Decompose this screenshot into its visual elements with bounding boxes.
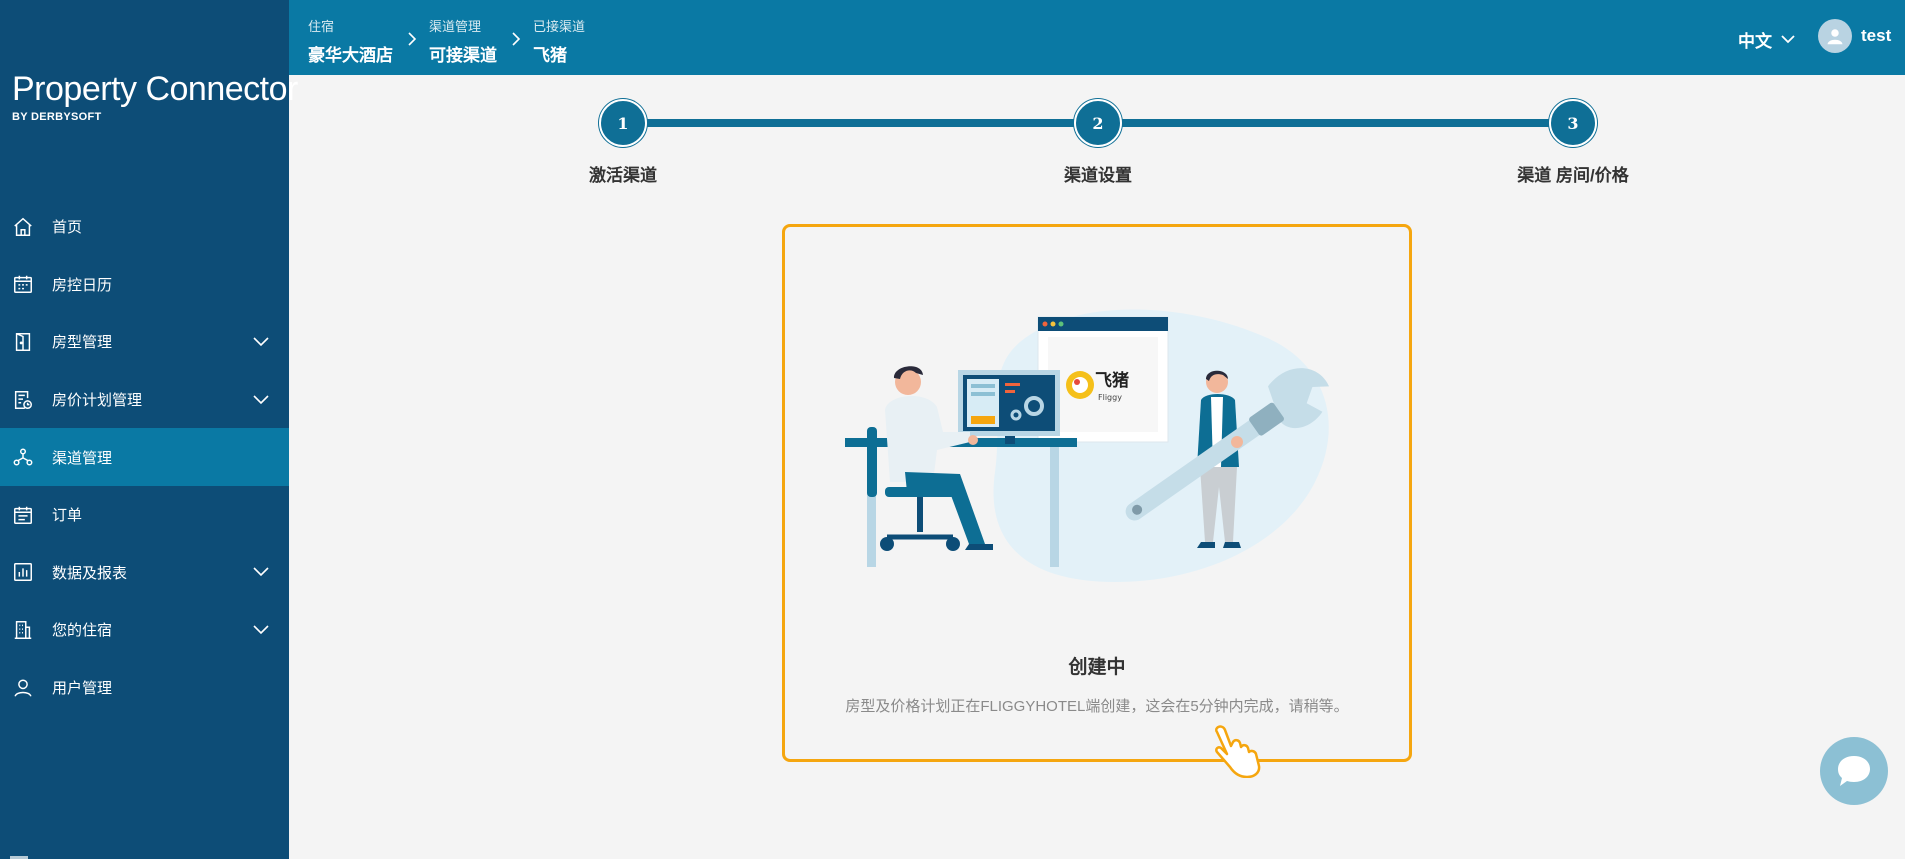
sidebar-item-reports[interactable]: 数据及报表 (0, 544, 289, 602)
step-3-label: 渠道 房间/价格 (1517, 166, 1629, 185)
breadcrumb-caption: 住宿 (308, 19, 335, 34)
calendar-icon (12, 273, 34, 295)
sidebar-item-label: 用户管理 (52, 680, 113, 698)
sidebar-item-label: 房价计划管理 (52, 392, 143, 410)
step-2-label: 渠道设置 (1064, 166, 1132, 185)
breadcrumb-value: 豪华大酒店 (308, 46, 393, 65)
chevron-down-icon (1781, 35, 1795, 44)
breadcrumb: 住宿 豪华大酒店 渠道管理 可接渠道 已接渠道 飞猪 (308, 16, 585, 66)
sidebar-item-home[interactable]: 首页 (0, 198, 289, 256)
breadcrumb-channels[interactable]: 渠道管理 可接渠道 (429, 16, 497, 66)
avatar (1818, 19, 1852, 53)
sidebar-item-room-types[interactable]: 房型管理 (0, 313, 289, 371)
sidebar: Property Connector BY DERBYSOFT 首页 房控日历 … (0, 0, 298, 859)
sidebar-nav: 首页 房控日历 房型管理 房价计划管理 渠道管理 订单 数据及报表 您的住宿 用… (0, 198, 289, 716)
channel-setup-illustration: 飞猪 Fliggy (845, 309, 1330, 582)
sidebar-item-property[interactable]: 您的住宿 (0, 601, 289, 659)
chevron-down-icon[interactable] (253, 337, 269, 347)
status-title: 创建中 (1068, 657, 1126, 678)
user-icon (12, 677, 34, 699)
building-icon (12, 619, 34, 641)
username: test (1861, 26, 1892, 45)
chat-button[interactable] (1820, 737, 1888, 805)
sidebar-item-label: 订单 (52, 507, 83, 525)
chevron-down-icon[interactable] (253, 567, 269, 577)
step-2-circle: 2 (1074, 99, 1122, 147)
chevron-down-icon[interactable] (253, 395, 269, 405)
sidebar-item-label: 数据及报表 (52, 564, 128, 582)
sidebar-item-label: 房型管理 (52, 334, 113, 352)
step-1-circle: 1 (599, 99, 647, 147)
sidebar-item-label: 房控日历 (52, 276, 113, 294)
breadcrumb-caption: 已接渠道 (533, 19, 586, 34)
home-icon (12, 216, 34, 238)
breadcrumb-value: 飞猪 (533, 46, 567, 65)
pointer-hand-icon (1215, 725, 1261, 778)
user-icon (1827, 29, 1843, 45)
language-label: 中文 (1738, 32, 1772, 51)
sidebar-item-label: 您的住宿 (52, 622, 113, 640)
breadcrumb-value: 可接渠道 (429, 46, 497, 65)
sidebar-item-users[interactable]: 用户管理 (0, 659, 289, 717)
sidebar-item-label: 首页 (52, 219, 83, 237)
step-1-label: 激活渠道 (589, 166, 657, 185)
report-icon (12, 561, 34, 583)
sidebar-item-orders[interactable]: 订单 (0, 486, 289, 544)
sidebar-item-channels[interactable]: 渠道管理 (0, 428, 289, 486)
sidebar-item-label: 渠道管理 (52, 449, 113, 467)
channel-icon (12, 446, 34, 468)
breadcrumb-connected-channel[interactable]: 已接渠道 飞猪 (533, 16, 585, 66)
chevron-down-icon[interactable] (253, 625, 269, 635)
channel-logo-text: 飞猪 (1095, 370, 1129, 391)
logo[interactable]: Property Connector BY DERBYSOFT (12, 70, 298, 123)
topbar: 住宿 豪华大酒店 渠道管理 可接渠道 已接渠道 飞猪 中文 test (289, 0, 1905, 75)
step-3-circle: 3 (1549, 99, 1597, 147)
logo-title: Property Connector (12, 70, 298, 108)
rate-plan-icon (12, 389, 34, 411)
breadcrumb-property[interactable]: 住宿 豪华大酒店 (308, 16, 393, 66)
door-icon (12, 331, 34, 353)
chat-bubble-icon (1838, 756, 1870, 786)
sidebar-item-calendar[interactable]: 房控日历 (0, 256, 289, 314)
breadcrumb-caption: 渠道管理 (429, 19, 482, 34)
user-menu[interactable]: test (1818, 19, 1891, 53)
status-description: 房型及价格计划正在FLIGGYHOTEL端创建，这会在5分钟内完成，请稍等。 (845, 698, 1349, 715)
chevron-right-icon (512, 32, 521, 46)
sidebar-item-rate-plans[interactable]: 房价计划管理 (0, 371, 289, 429)
logo-subtitle: BY DERBYSOFT (12, 111, 102, 123)
status-card: 飞猪 Fliggy 创建中 房型及价格计划正在FLIGGYHOTEL端创建，这会… (782, 224, 1412, 762)
language-selector[interactable]: 中文 (1738, 27, 1795, 52)
chevron-right-icon (408, 32, 417, 46)
order-icon (12, 504, 34, 526)
channel-logo-sub: Fliggy (1098, 393, 1122, 402)
